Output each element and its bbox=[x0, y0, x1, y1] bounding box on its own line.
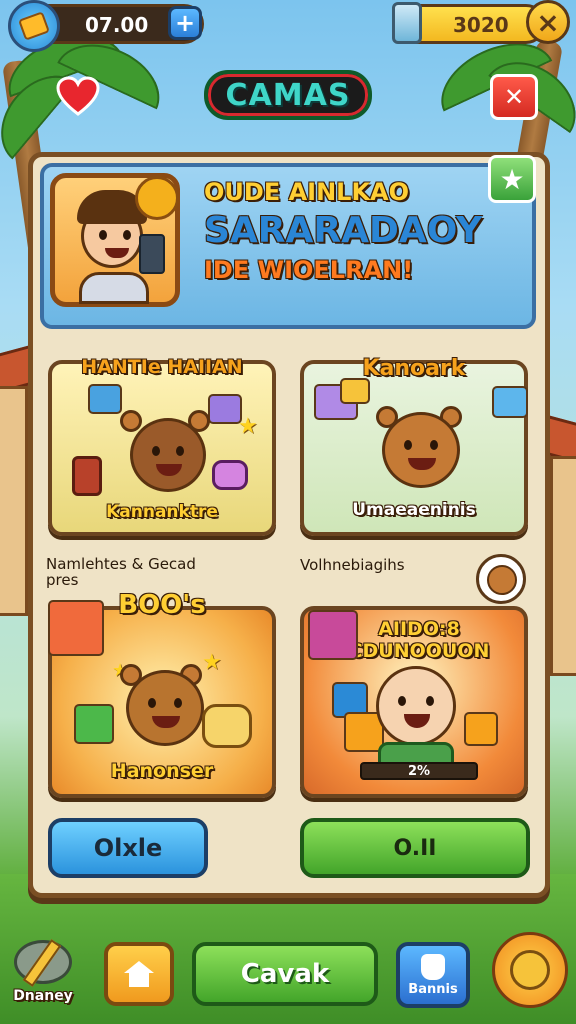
right-action-button[interactable]: O.II bbox=[300, 818, 530, 878]
heart-icon[interactable] bbox=[56, 76, 100, 116]
plus-icon: + bbox=[174, 9, 196, 37]
pencil-nav-label: Dnaney bbox=[13, 988, 73, 1004]
banner-line-3: IDE WIOELRAN! bbox=[204, 256, 414, 284]
progress-bar: 2% bbox=[360, 762, 478, 780]
left-action-button[interactable]: Olxle bbox=[48, 818, 208, 878]
home-icon bbox=[124, 961, 154, 987]
profile-button[interactable] bbox=[492, 932, 568, 1008]
section-label-left: Namlehtes & Gecad pres bbox=[46, 555, 196, 589]
card-4-progress-text: 2% bbox=[407, 764, 431, 779]
gems-value: 3020 bbox=[453, 13, 509, 37]
game-card-4[interactable]: AIIDO:8 CDUNOOUON 2% bbox=[300, 606, 528, 798]
right-action-label: O.II bbox=[393, 835, 437, 861]
hand-icon bbox=[421, 953, 445, 980]
card-3-subtitle: Hanonser bbox=[110, 760, 214, 782]
star-icon: ★ bbox=[499, 162, 525, 196]
card-2-subtitle: Umaeaeninis bbox=[352, 500, 476, 520]
exit-icon: ✕ bbox=[503, 83, 525, 111]
favorite-button[interactable]: ★ bbox=[488, 155, 536, 203]
center-play-label: Cavak bbox=[240, 959, 330, 989]
section-label-right: Volhnebiagihs bbox=[300, 556, 405, 574]
card-2-title: Kanoark bbox=[362, 356, 466, 381]
card-1-title: HANTIe HAIIAN bbox=[81, 356, 243, 378]
game-card-1[interactable]: HANTIe HAIIAN ★ Kannanktre bbox=[48, 356, 276, 536]
profile-icon bbox=[510, 950, 550, 990]
close-currency-button[interactable]: × bbox=[526, 0, 570, 44]
screen-title: CAMAS bbox=[204, 70, 372, 120]
home-button[interactable] bbox=[104, 942, 174, 1006]
hand-nav-label: Bannis bbox=[408, 981, 458, 997]
pencil-nav-button[interactable]: Dnaney bbox=[6, 934, 80, 1006]
add-coins-button[interactable]: + bbox=[168, 6, 202, 40]
mascot-badge-icon bbox=[476, 554, 526, 604]
coin-icon bbox=[8, 0, 60, 52]
avatar bbox=[50, 173, 180, 307]
badge-icon bbox=[135, 176, 179, 220]
exit-button[interactable]: ✕ bbox=[490, 74, 538, 120]
left-action-label: Olxle bbox=[93, 834, 163, 862]
game-card-3[interactable]: BOO's ★ ★ Hanonser bbox=[48, 590, 276, 798]
hand-nav-button[interactable]: Bannis bbox=[396, 942, 470, 1008]
banner-line-1: OUDE AINLKAO bbox=[204, 178, 410, 206]
center-play-button[interactable]: Cavak bbox=[192, 942, 378, 1006]
game-card-2[interactable]: Kanoark Umaeaeninis bbox=[300, 356, 528, 536]
screen-title-text: CAMAS bbox=[225, 77, 351, 113]
coins-value: 07.00 bbox=[85, 13, 149, 37]
card-1-subtitle: Kannanktre bbox=[106, 502, 218, 522]
gem-jar-icon bbox=[392, 2, 422, 44]
close-icon: × bbox=[536, 5, 560, 39]
banner-line-2: SARARADAOY bbox=[204, 210, 483, 251]
